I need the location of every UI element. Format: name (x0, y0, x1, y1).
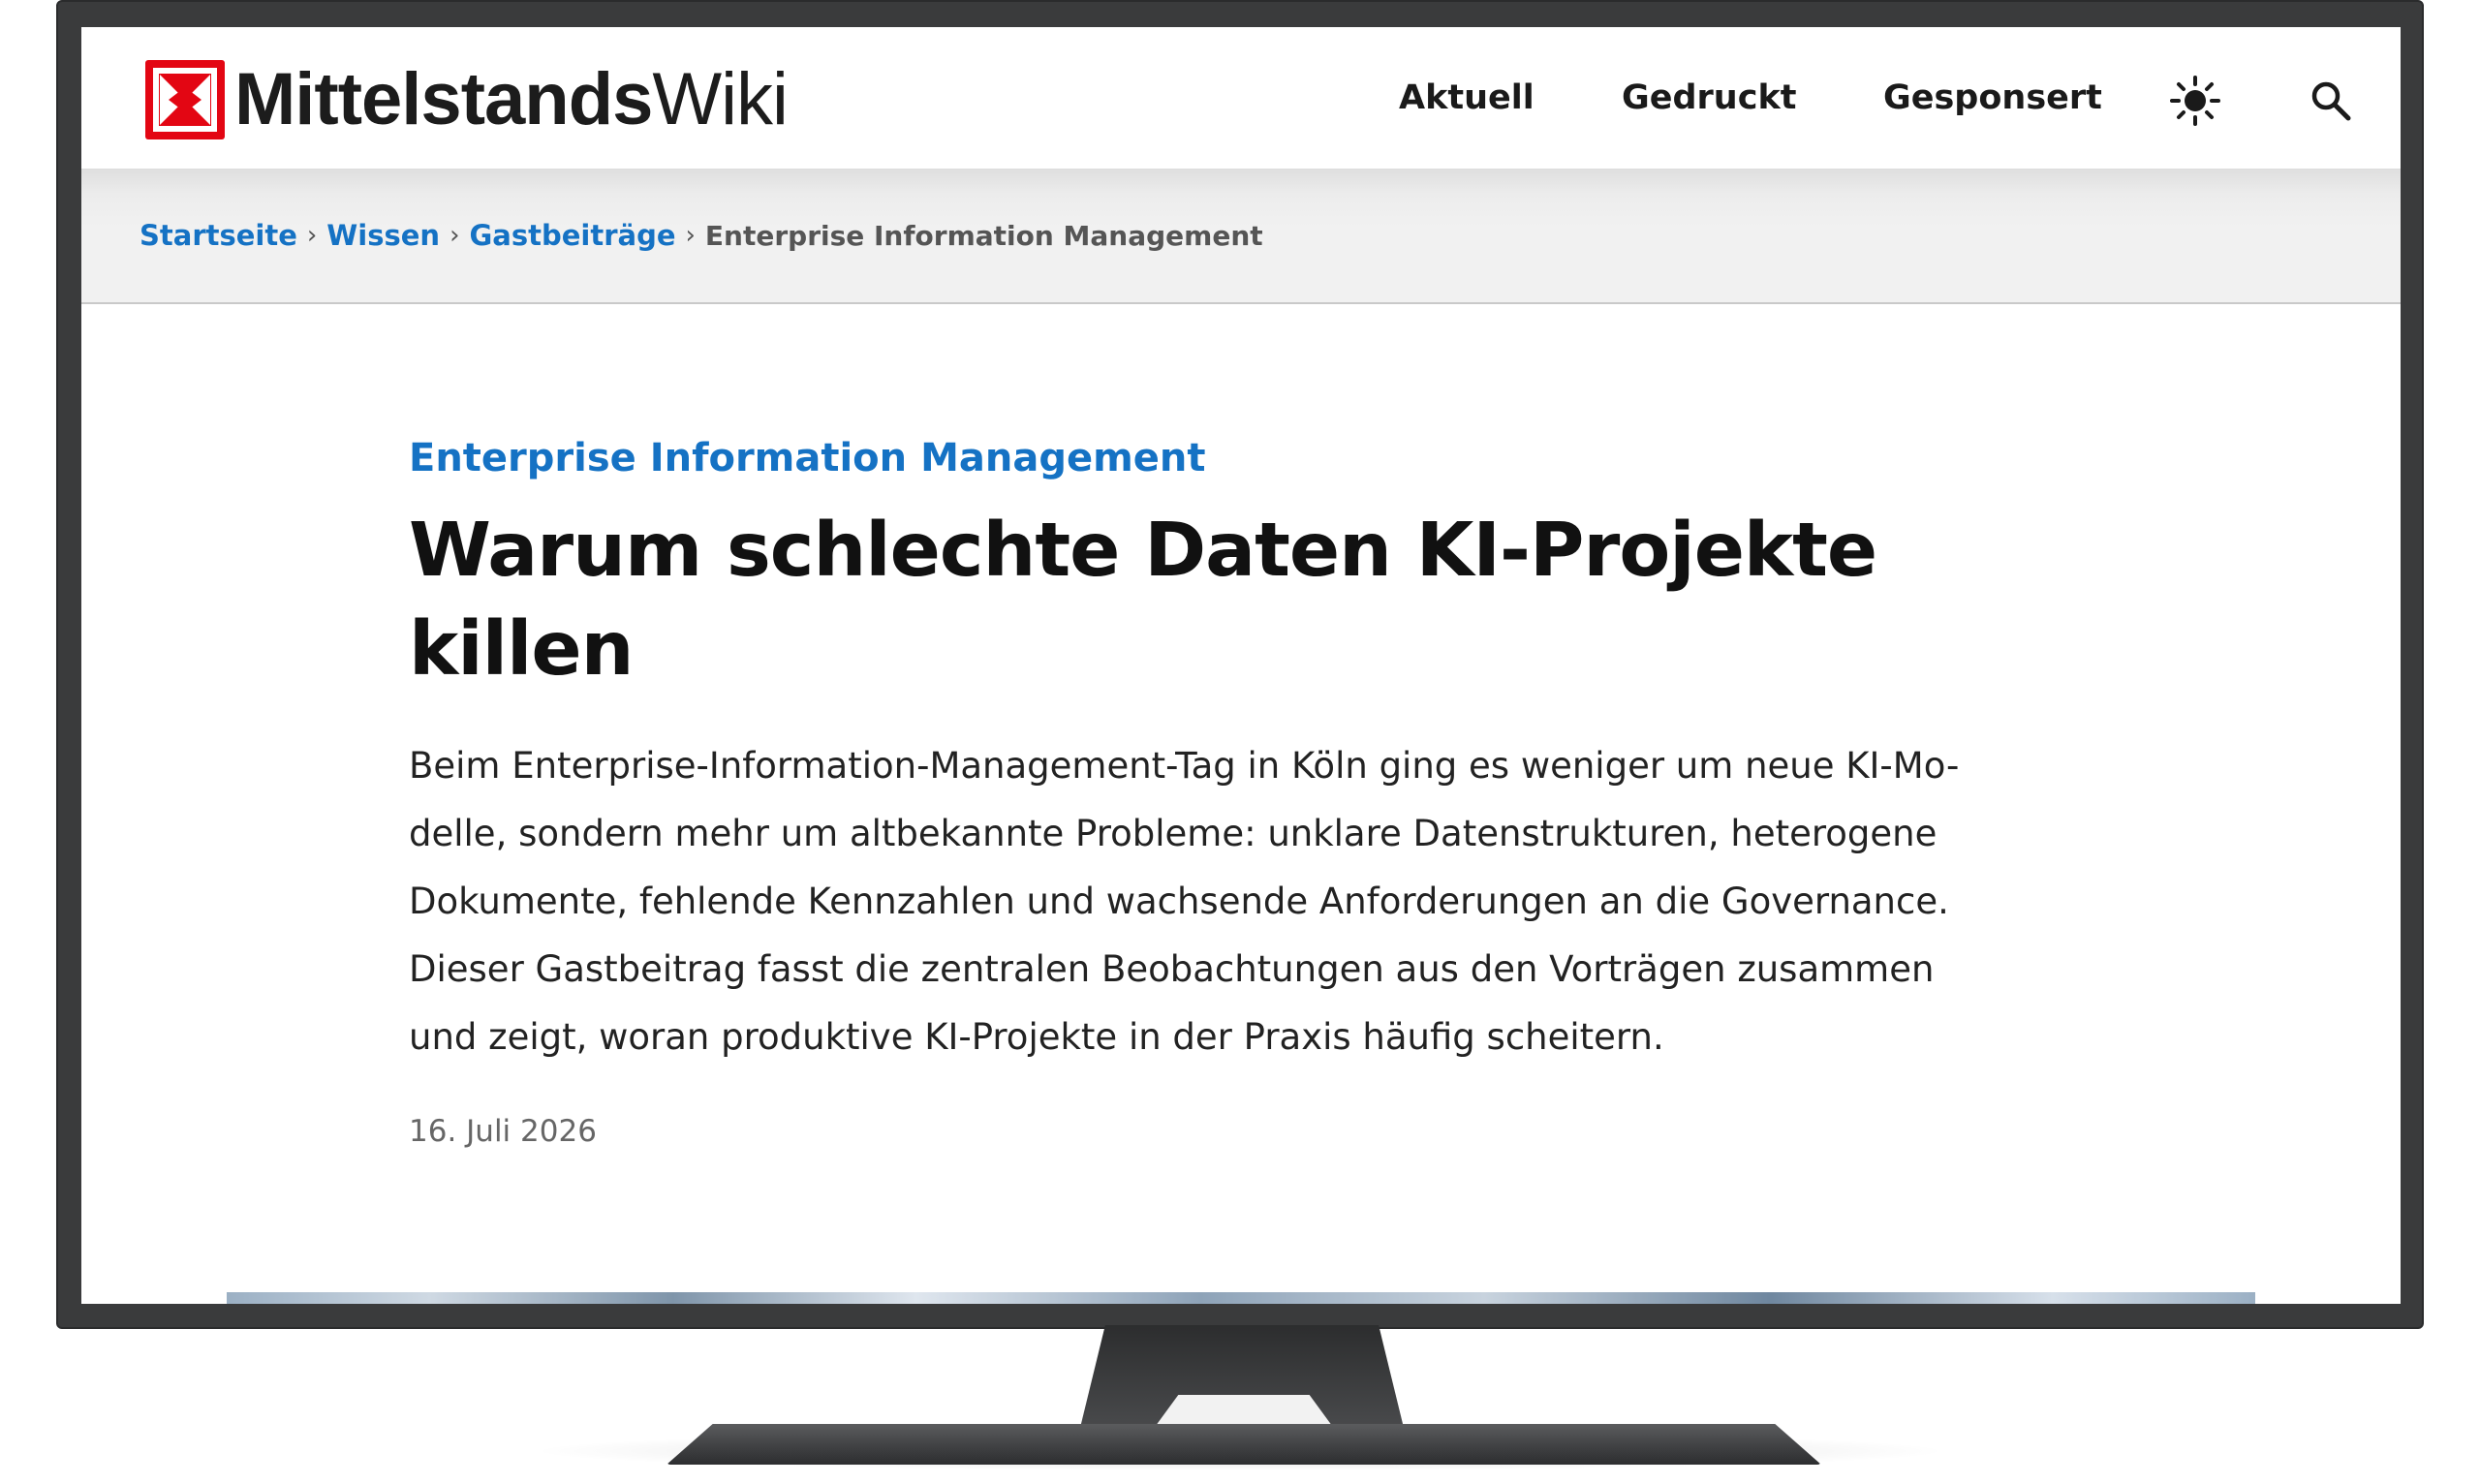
breadcrumb-current: Enterprise Information Management (704, 219, 1263, 252)
breadcrumb-separator-icon: › (685, 221, 696, 250)
breadcrumb-link-gastbeitraege[interactable]: Gastbeiträge (469, 219, 675, 252)
theme-toggle-button[interactable] (2166, 72, 2224, 130)
logo-text-bold: Mittelstands (234, 58, 653, 140)
article-hero-image (227, 1292, 2255, 1304)
nav-item-gesponsert[interactable]: Gesponsert (1883, 78, 2102, 117)
article-kicker: Enterprise Information Management (409, 436, 1206, 480)
article: Enterprise Information Management Warum … (409, 434, 2114, 1149)
nav-item-aktuell[interactable]: Aktuell (1399, 78, 1534, 117)
logo-mark-icon (145, 60, 225, 139)
site-header: MittelstandsWiki Aktuell Gedruckt Gespon… (81, 27, 2401, 169)
article-date: 16. Juli 2026 (409, 1114, 597, 1149)
breadcrumb-link-wissen[interactable]: Wissen (326, 219, 440, 252)
logo-wordmark: MittelstandsWiki (234, 58, 789, 140)
article-lead: Beim Enterprise-Information-Management-T… (409, 745, 1960, 1058)
search-icon (2311, 81, 2351, 121)
breadcrumb-bar: Startseite › Wissen › Gastbeiträge › Ent… (81, 169, 2401, 304)
sun-icon (2170, 76, 2220, 126)
search-button[interactable] (2302, 72, 2360, 130)
monitor-screen: MittelstandsWiki Aktuell Gedruckt Gespon… (81, 27, 2401, 1304)
breadcrumb-link-startseite[interactable]: Startseite (140, 219, 297, 252)
site-logo[interactable]: MittelstandsWiki (145, 58, 789, 140)
nav-item-gedruckt[interactable]: Gedruckt (1622, 78, 1796, 117)
breadcrumb-separator-icon: › (450, 221, 460, 250)
monitor-base (666, 1424, 1821, 1465)
breadcrumb: Startseite › Wissen › Gastbeiträge › Ent… (140, 219, 1263, 252)
logo-text-light: Wiki (652, 58, 789, 140)
article-title: Warum schlechte Daten KI-Projekte killen (409, 508, 1877, 693)
breadcrumb-separator-icon: › (306, 221, 318, 250)
